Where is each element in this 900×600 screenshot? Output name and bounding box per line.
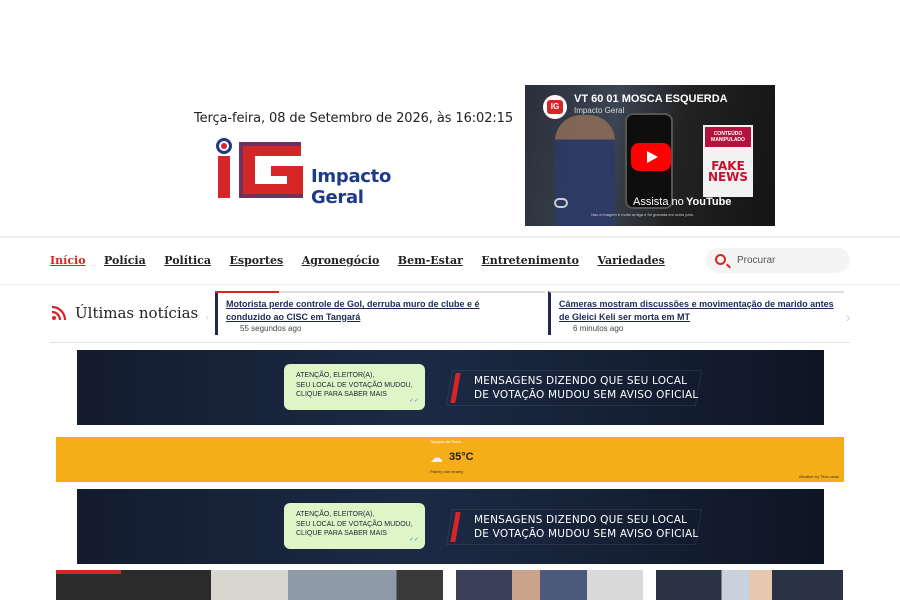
logo-mark: [216, 138, 303, 198]
cloud-icon: ☁: [430, 450, 443, 465]
ad-message-line: MENSAGENS DIZENDO QUE SEU LOCAL: [474, 514, 688, 526]
ad-banner[interactable]: ATENÇÃO, ELEITOR(A), SEU LOCAL DE VOTAÇÃ…: [77, 350, 824, 425]
video-fake-news-panel: CONTEÚDO MANIPULADO FAKE NEWS: [703, 125, 753, 197]
weather-description: Patchy rain nearby: [430, 469, 464, 474]
search-placeholder: Procurar: [737, 255, 776, 266]
link-icon[interactable]: [554, 198, 568, 208]
page: Terça-feira, 08 de Setembro de 2026, às …: [0, 0, 900, 600]
nav-item-agronegocio[interactable]: Agronegócio: [302, 254, 380, 267]
weather-temperature: 35°C: [449, 451, 474, 463]
play-icon[interactable]: [631, 143, 671, 171]
chevron-left-icon[interactable]: ‹: [206, 312, 209, 322]
channel-avatar[interactable]: IG: [543, 95, 567, 119]
news-ticker-item[interactable]: Câmeras mostram discussões e movimentaçã…: [548, 291, 844, 335]
nav-item-entretenimento[interactable]: Entretenimento: [481, 254, 579, 267]
ad-message-line: MENSAGENS DIZENDO QUE SEU LOCAL: [474, 375, 688, 387]
ad-message-line: DE VOTAÇÃO MUDOU SEM AVISO OFICIAL: [474, 528, 699, 540]
rss-icon: [51, 305, 67, 321]
panel-label: CONTEÚDO MANIPULADO: [705, 127, 751, 147]
read-check-icon: ✓✓: [408, 537, 419, 544]
video-channel[interactable]: Impacto Geral: [574, 106, 624, 115]
ad-chat-bubble: ATENÇÃO, ELEITOR(A), SEU LOCAL DE VOTAÇÃ…: [284, 364, 425, 410]
weather-widget[interactable]: Tangará da Serra ☁ 35°C Patchy rain near…: [56, 437, 844, 482]
nav-item-bem-estar[interactable]: Bem-Estar: [398, 254, 463, 267]
video-embed[interactable]: CONTEÚDO MANIPULADO FAKE NEWS IG VT 60 0…: [525, 85, 775, 226]
ad-bubble-line: CLIQUE PARA SABER MAIS: [296, 530, 387, 538]
active-indicator: [215, 291, 279, 293]
news-headline[interactable]: Motorista perde controle de Gol, derruba…: [226, 298, 496, 323]
ad-chat-bubble: ATENÇÃO, ELEITOR(A), SEU LOCAL DE VOTAÇÃ…: [284, 503, 425, 549]
nav-item-politica[interactable]: Política: [164, 254, 211, 267]
fake-news-text: FAKE NEWS: [707, 159, 749, 184]
channel-avatar-initials: IG: [547, 100, 563, 114]
news-time: 55 segundos ago: [240, 324, 302, 333]
ad-bubble-line: ATENÇÃO, ELEITOR(A),: [296, 511, 375, 518]
logo-text: Impacto Geral: [311, 166, 392, 208]
ad-message: MENSAGENS DIZENDO QUE SEU LOCAL DE VOTAÇ…: [474, 374, 698, 402]
site-logo[interactable]: Impacto Geral: [213, 136, 443, 208]
video-caption: Nas a imagem é muito antiga e foi gravad…: [591, 212, 694, 217]
read-check-icon: ✓✓: [408, 398, 419, 405]
article-thumbnail[interactable]: [456, 570, 643, 600]
latest-news-title: Últimas notícias: [75, 304, 199, 322]
news-time: 6 minutos ago: [573, 324, 624, 333]
active-indicator: [56, 570, 121, 574]
watch-on-label[interactable]: Assista no: [633, 196, 684, 208]
ad-banner[interactable]: ATENÇÃO, ELEITOR(A), SEU LOCAL DE VOTAÇÃ…: [77, 489, 824, 564]
article-thumbnail[interactable]: [656, 570, 843, 600]
video-presenter: [555, 115, 615, 226]
nav-item-esportes[interactable]: Esportes: [230, 254, 284, 267]
ad-bubble-line: ATENÇÃO, ELEITOR(A),: [296, 372, 375, 379]
current-date-time: Terça-feira, 08 de Setembro de 2026, às …: [194, 111, 514, 126]
chevron-right-icon[interactable]: ›: [846, 310, 850, 325]
video-title[interactable]: VT 60 01 MOSCA ESQUERDA: [574, 93, 728, 105]
weather-location: Tangará da Serra: [430, 439, 461, 444]
article-thumbnail[interactable]: [56, 570, 443, 600]
ad-bubble-line: CLIQUE PARA SABER MAIS: [296, 391, 387, 399]
weather-credit[interactable]: Weather by Tiles.news: [799, 474, 839, 479]
ad-bubble-line: SEU LOCAL DE VOTAÇÃO MUDOU,: [296, 381, 413, 389]
ad-message: MENSAGENS DIZENDO QUE SEU LOCAL DE VOTAÇ…: [474, 513, 698, 541]
news-headline[interactable]: Câmeras mostram discussões e movimentaçã…: [559, 298, 845, 323]
main-nav: Início Polícia Política Esportes Agroneg…: [50, 254, 683, 267]
divider: [50, 342, 850, 343]
divider: [0, 236, 900, 238]
divider: [0, 284, 900, 285]
youtube-logo[interactable]: YouTube: [686, 196, 731, 208]
ad-bubble-line: SEU LOCAL DE VOTAÇÃO MUDOU,: [296, 520, 413, 528]
nav-item-policia[interactable]: Polícia: [104, 254, 146, 267]
search-icon: [715, 254, 726, 265]
nav-item-variedades[interactable]: Variedades: [597, 254, 664, 267]
ad-message-line: DE VOTAÇÃO MUDOU SEM AVISO OFICIAL: [474, 389, 699, 401]
news-ticker-item[interactable]: Motorista perde controle de Gol, derruba…: [215, 291, 545, 335]
nav-item-inicio[interactable]: Início: [50, 254, 86, 267]
search-input[interactable]: Procurar: [706, 248, 850, 273]
